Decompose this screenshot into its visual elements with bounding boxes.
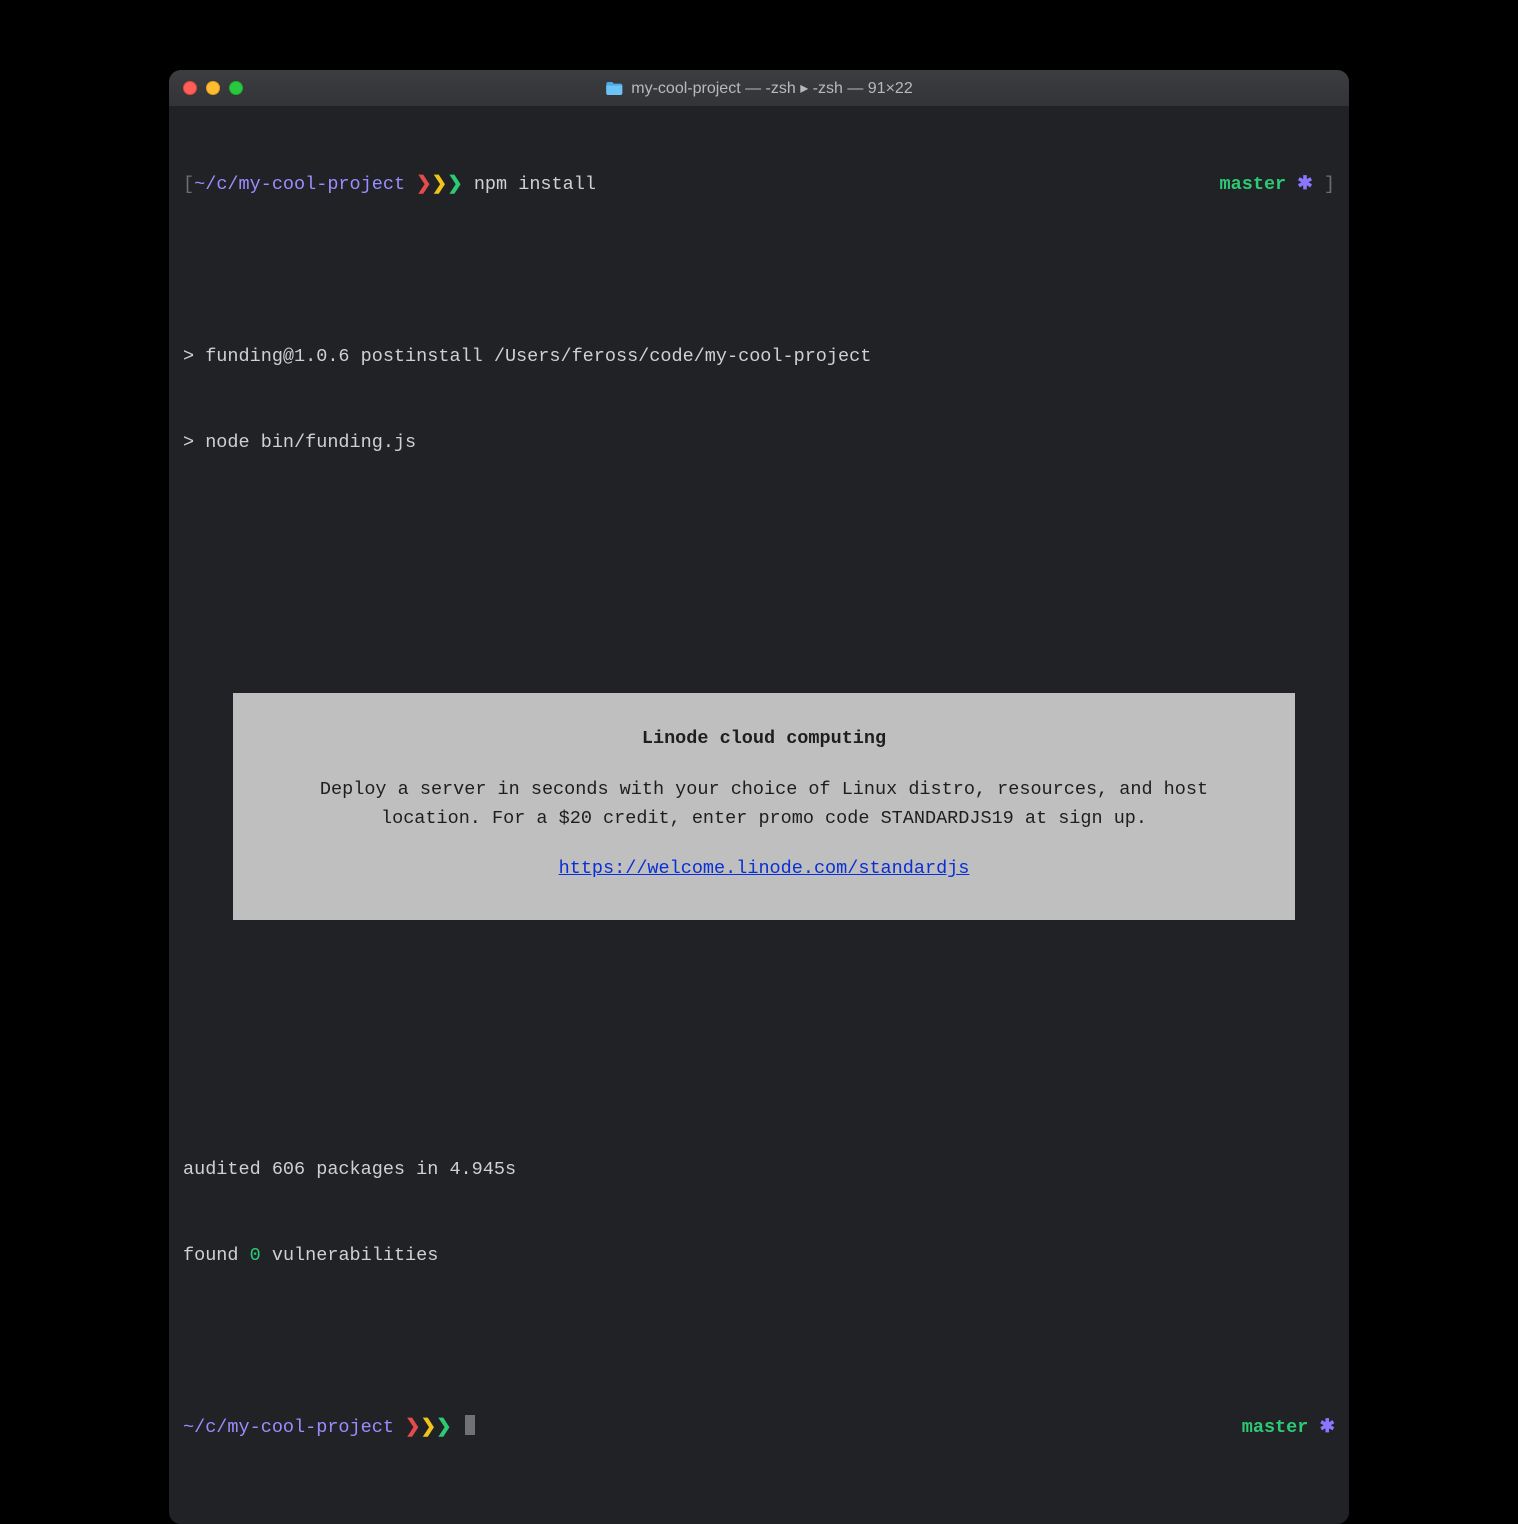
ad-title: Linode cloud computing: [273, 725, 1255, 754]
output-line-2: > node bin/funding.js: [183, 429, 1335, 458]
prompt-path: ~/c/my-cool-project: [183, 1414, 394, 1443]
close-bracket: ]: [1324, 174, 1335, 195]
prompt-line-2: ~/c/my-cool-project ❯❯❯ master ✱: [183, 1414, 1335, 1443]
git-branch: master: [1242, 1417, 1309, 1438]
git-dirty-icon: ✱: [1297, 174, 1313, 195]
window-title-text: my-cool-project — -zsh ▸ -zsh — 91×22: [631, 78, 912, 98]
funding-ad-box: Linode cloud computing Deploy a server i…: [233, 693, 1295, 920]
terminal-body[interactable]: [~/c/my-cool-project ❯❯❯ npm installmast…: [169, 106, 1349, 1524]
terminal-window: my-cool-project — -zsh ▸ -zsh — 91×22 [~…: [169, 70, 1349, 1524]
vuln-count: 0: [250, 1245, 261, 1266]
close-button[interactable]: [183, 81, 197, 95]
git-branch: master: [1220, 174, 1287, 195]
prompt-right-status: master ✱ ]: [1220, 171, 1335, 200]
prompt-path: ~/c/my-cool-project: [194, 171, 405, 200]
ad-link[interactable]: https://welcome.linode.com/standardjs: [559, 858, 970, 879]
prompt-right-status: master ✱: [1242, 1414, 1335, 1443]
open-bracket: [: [183, 171, 194, 200]
titlebar: my-cool-project — -zsh ▸ -zsh — 91×22: [169, 70, 1349, 106]
minimize-button[interactable]: [206, 81, 220, 95]
output-line-1: > funding@1.0.6 postinstall /Users/feros…: [183, 343, 1335, 372]
window-title: my-cool-project — -zsh ▸ -zsh — 91×22: [605, 78, 912, 98]
audit-line: audited 606 packages in 4.945s: [183, 1156, 1335, 1185]
prompt-chevrons: ❯❯❯: [405, 1414, 452, 1443]
maximize-button[interactable]: [229, 81, 243, 95]
prompt-line-1: [~/c/my-cool-project ❯❯❯ npm install mast…: [183, 171, 1335, 200]
git-dirty-icon: ✱: [1319, 1417, 1335, 1438]
ad-body: Deploy a server in seconds with your cho…: [273, 776, 1255, 833]
command-text: npm install: [474, 171, 596, 200]
traffic-lights: [183, 81, 243, 95]
folder-icon: [605, 81, 623, 95]
prompt-chevrons: ❯❯❯: [416, 171, 463, 200]
vulnerabilities-line: found 0 vulnerabilities: [183, 1242, 1335, 1271]
cursor: [465, 1415, 475, 1435]
